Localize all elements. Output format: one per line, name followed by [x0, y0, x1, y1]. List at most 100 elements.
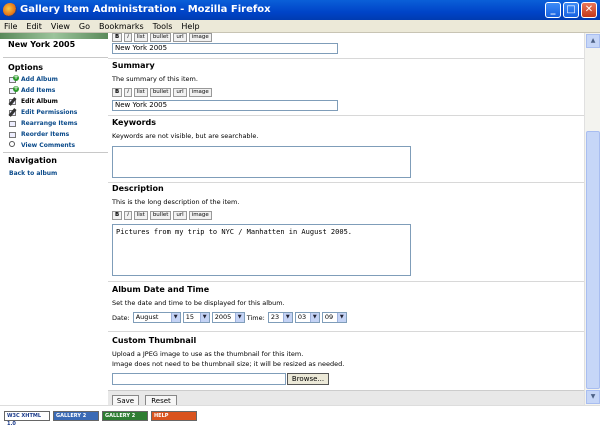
description-heading: Description [112, 184, 164, 193]
minute-value: 03 [297, 313, 307, 321]
sidebar-album-title: New York 2005 [8, 40, 76, 49]
album-thumbnail[interactable] [0, 33, 108, 39]
firefox-icon [3, 3, 17, 17]
thumbnail-file-input[interactable] [112, 373, 286, 385]
url-button[interactable]: url [173, 211, 187, 220]
edit-permissions-icon [8, 107, 19, 117]
chevron-down-icon: ▼ [170, 313, 180, 322]
chevron-down-icon: ▼ [336, 313, 346, 322]
add-album-icon: + [9, 74, 19, 84]
sidebar-divider [3, 152, 108, 153]
menu-file[interactable]: File [4, 20, 17, 32]
custom-thumbnail-heading: Custom Thumbnail [112, 336, 197, 345]
bullet-button[interactable]: bullet [149, 33, 172, 42]
summary-input[interactable]: New York 2005 [112, 100, 338, 111]
description-textarea[interactable]: Pictures from my trip to NYC / Manhatten… [112, 224, 411, 276]
sidebar-item-add-album[interactable]: + Add Album [9, 74, 58, 84]
section-divider [108, 115, 584, 116]
sidebar-item-label: Reorder Items [21, 130, 70, 138]
image-button[interactable]: image [188, 88, 212, 97]
list-button[interactable]: list [133, 88, 148, 97]
bold-button[interactable]: B [112, 33, 123, 42]
hour-select[interactable]: 23 ▼ [267, 312, 293, 323]
gallery-badge-alt[interactable]: GALLERY 2 [102, 411, 148, 421]
scrollbar-thumb[interactable] [586, 131, 600, 389]
day-select[interactable]: 15 ▼ [182, 312, 210, 323]
add-items-icon: + [9, 85, 19, 95]
date-time-description: Set the date and time to be displayed fo… [112, 299, 285, 307]
keywords-description: Keywords are not visible, but are search… [112, 132, 259, 140]
month-value: August [135, 313, 159, 321]
italic-button[interactable]: i [124, 211, 132, 220]
menu-bar: File Edit View Go Bookmarks Tools Help [0, 20, 600, 33]
list-button[interactable]: list [133, 211, 148, 220]
menu-view[interactable]: View [51, 20, 70, 32]
url-button[interactable]: url [173, 33, 187, 42]
form-button-bar: Save Reset [108, 390, 584, 405]
menu-tools[interactable]: Tools [153, 20, 173, 32]
vertical-scrollbar[interactable]: ▲ ▼ [584, 33, 600, 405]
main-content: B i list bullet url image New York 2005 … [108, 33, 584, 405]
menu-go[interactable]: Go [79, 20, 90, 32]
menu-edit[interactable]: Edit [26, 20, 42, 32]
menu-bookmarks[interactable]: Bookmarks [99, 20, 144, 32]
sidebar-item-edit-album[interactable]: Edit Album [8, 96, 58, 106]
sidebar-item-label: Edit Permissions [21, 108, 78, 116]
year-select[interactable]: 2005 ▼ [211, 312, 245, 323]
image-button[interactable]: image [188, 33, 212, 42]
reset-button[interactable]: Reset [145, 395, 177, 405]
keywords-textarea[interactable] [112, 146, 411, 178]
save-button[interactable]: Save [112, 395, 139, 405]
sidebar-item-rearrange-items[interactable]: Rearrange Items [9, 118, 77, 128]
back-to-album-link[interactable]: Back to album [9, 168, 57, 178]
sidebar-item-add-items[interactable]: + Add Items [9, 85, 55, 95]
custom-thumbnail-description: Upload a JPEG image to use as the thumbn… [112, 350, 304, 358]
scroll-down-icon[interactable]: ▼ [586, 390, 600, 404]
close-button[interactable]: ✕ [581, 2, 597, 18]
custom-thumbnail-note: Image does not need to be thumbnail size… [112, 360, 345, 368]
sidebar-item-label: View Comments [21, 141, 76, 149]
image-button[interactable]: image [188, 211, 212, 220]
second-select[interactable]: 09 ▼ [321, 312, 347, 323]
chevron-down-icon: ▼ [309, 313, 319, 322]
section-divider [108, 331, 584, 332]
bold-button[interactable]: B [112, 211, 123, 220]
sidebar-item-label: Rearrange Items [21, 119, 78, 127]
scroll-up-icon[interactable]: ▲ [586, 34, 600, 48]
sidebar-item-view-comments[interactable]: View Comments [9, 140, 75, 150]
browse-button[interactable]: Browse... [287, 373, 329, 385]
hour-value: 23 [270, 313, 280, 321]
sidebar-item-edit-permissions[interactable]: Edit Permissions [8, 107, 78, 117]
w3c-xhtml-badge[interactable]: W3C XHTML 1.0 [4, 411, 50, 427]
maximize-button[interactable]: □ [563, 2, 579, 18]
minute-select[interactable]: 03 ▼ [294, 312, 320, 323]
description-description: This is the long description of the item… [112, 198, 240, 206]
section-divider [108, 281, 584, 282]
list-button[interactable]: list [133, 33, 148, 42]
bullet-button[interactable]: bullet [149, 211, 172, 220]
menu-help[interactable]: Help [181, 20, 199, 32]
status-bar: W3C XHTML 1.0 GALLERY 2 GALLERY 2 HELP G… [0, 405, 600, 432]
reorder-items-icon [9, 130, 19, 139]
italic-button[interactable]: i [124, 33, 132, 42]
sidebar: New York 2005 Options + Add Album + Add … [0, 33, 108, 405]
second-value: 09 [324, 313, 334, 321]
sidebar-item-label: Add Album [21, 75, 58, 83]
gallery-badge[interactable]: GALLERY 2 [53, 411, 99, 421]
bullet-button[interactable]: bullet [149, 88, 172, 97]
italic-button[interactable]: i [124, 88, 132, 97]
sidebar-item-reorder-items[interactable]: Reorder Items [9, 129, 69, 139]
date-time-controls: Date: August ▼ 15 ▼ 2005 ▼ Time: 23 ▼ 03 ▼ 09… [112, 312, 349, 323]
sidebar-divider [3, 57, 108, 58]
year-value: 2005 [214, 313, 232, 321]
sidebar-item-label: Add Items [21, 86, 56, 94]
section-divider [108, 58, 584, 59]
sidebar-navigation-heading: Navigation [8, 156, 57, 165]
title-input[interactable]: New York 2005 [112, 43, 338, 54]
bold-button[interactable]: B [112, 88, 123, 97]
month-select[interactable]: August ▼ [132, 312, 181, 323]
url-button[interactable]: url [173, 88, 187, 97]
summary-description: The summary of this item. [112, 75, 198, 83]
help-gallery-badge[interactable]: HELP GALLERY [151, 411, 197, 427]
minimize-button[interactable]: _ [545, 2, 561, 18]
